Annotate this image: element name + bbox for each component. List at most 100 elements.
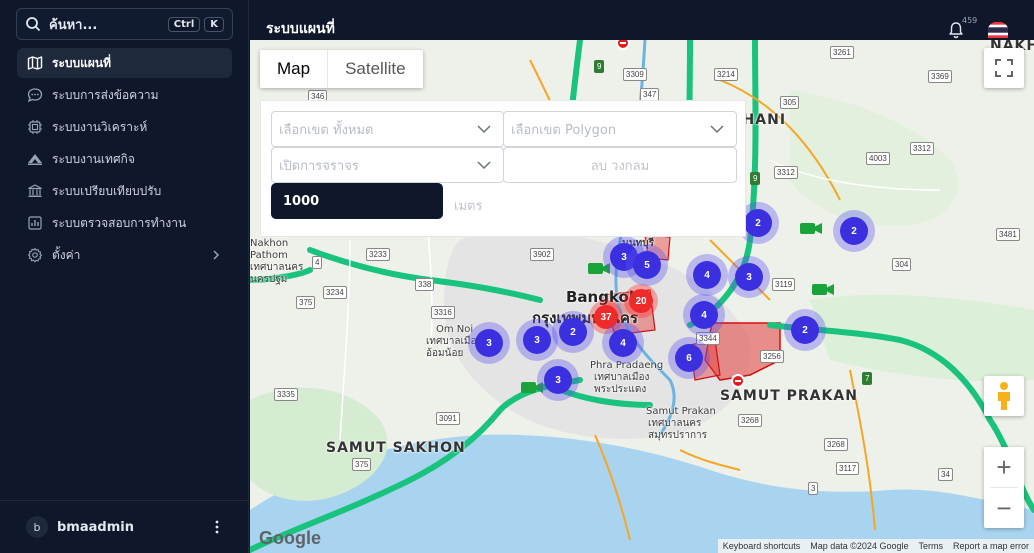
route-shield: 9 xyxy=(594,60,605,73)
route-shield: 3312 xyxy=(910,142,934,155)
district-select-value: เลือกเขต ทั้งหมด xyxy=(279,122,374,138)
google-logo[interactable]: Google xyxy=(259,528,321,549)
route-shield: 3481 xyxy=(996,228,1020,241)
zoom-in-button[interactable]: + xyxy=(984,447,1024,487)
report-error-link[interactable]: Report a map error xyxy=(948,539,1034,553)
sidebar-item-map[interactable]: ระบบแผนที่ xyxy=(17,48,232,78)
cluster-count: 3 xyxy=(735,263,763,291)
search-box[interactable]: ค้นหา... Ctrl K xyxy=(16,8,233,40)
route-shield: 3256 xyxy=(760,350,784,363)
cluster-count: 3 xyxy=(523,326,551,354)
route-shield: 4 xyxy=(312,256,323,269)
traffic-select[interactable]: เปิดการจราจร xyxy=(271,147,504,183)
no-entry-icon[interactable] xyxy=(731,374,745,388)
sidebar-item-label: ระบบงานวิเคราะห์ xyxy=(52,119,148,134)
marker-cluster[interactable]: 4 xyxy=(683,294,725,336)
marker-cluster[interactable]: 2 xyxy=(784,309,826,351)
route-shield: 34 xyxy=(938,468,953,481)
gear-icon xyxy=(27,247,43,263)
route-shield: 3091 xyxy=(436,412,460,425)
page-title: ระบบแผนที่ xyxy=(266,21,335,37)
keyboard-shortcuts-link[interactable]: Keyboard shortcuts xyxy=(718,539,806,553)
marker-cluster[interactable]: 3 xyxy=(516,319,558,361)
radius-unit: เมตร xyxy=(454,199,483,214)
sidebar-item-fines[interactable]: ระบบเปรียบเทียบปรับ xyxy=(17,176,232,206)
terms-link[interactable]: Terms xyxy=(913,539,948,553)
zoom-out-button[interactable]: − xyxy=(984,488,1024,528)
cluster-count: 3 xyxy=(475,329,503,357)
chevron-down-icon xyxy=(477,161,491,170)
cluster-count: 4 xyxy=(693,261,721,289)
route-shield: 3 xyxy=(808,482,819,495)
route-shield: 3214 xyxy=(714,68,738,81)
marker-cluster[interactable]: 4 xyxy=(602,322,644,364)
map-label-samut-prakan-city: Samut Prakan xyxy=(646,406,716,417)
sidebar-nav: ระบบแผนที่ ระบบการส่งข้อความ ระบบงานวิเค… xyxy=(17,48,232,272)
map-label-nakhon-pathom: Nakhon Pathom xyxy=(250,238,289,261)
user-name: bmaadmin xyxy=(57,519,134,535)
sidebar-item-municipal[interactable]: ระบบงานเทศกิจ xyxy=(17,144,232,174)
chevron-down-icon xyxy=(477,125,491,134)
marker-cluster[interactable]: 2 xyxy=(552,311,594,353)
sidebar-item-audit[interactable]: ระบบตรวจสอบการทำงาน xyxy=(17,208,232,238)
shortcut-key-ctrl: Ctrl xyxy=(167,16,201,32)
marker-cluster[interactable]: 3 xyxy=(468,322,510,364)
marker-cluster[interactable]: 2 xyxy=(833,210,875,252)
route-shield: 3335 xyxy=(274,388,298,401)
map-type-control: Map Satellite xyxy=(260,50,423,88)
user-profile[interactable]: b bmaadmin xyxy=(0,500,249,553)
route-shield: 304 xyxy=(892,258,912,271)
route-shield: 3268 xyxy=(738,414,762,427)
sidebar-item-settings[interactable]: ตั้งค่า xyxy=(17,240,232,270)
map-type-satellite-button[interactable]: Satellite xyxy=(328,50,422,88)
polygon-select-value: เลือกเขต Polygon xyxy=(511,122,617,138)
thai-flag-icon[interactable] xyxy=(988,22,1008,38)
district-select[interactable]: เลือกเขต ทั้งหมด xyxy=(271,111,504,147)
radius-input[interactable]: 1000 xyxy=(271,183,443,219)
chip-icon xyxy=(28,120,42,134)
map-label-samut-sakhon: SAMUT SAKHON xyxy=(326,440,466,456)
map-type-map-button[interactable]: Map xyxy=(260,50,329,88)
marker-cluster[interactable]: 20 xyxy=(624,284,658,318)
bar-chart-icon xyxy=(28,216,42,230)
zoom-control: + − xyxy=(984,447,1024,528)
route-shield: 3117 xyxy=(836,462,860,475)
cluster-count: 2 xyxy=(791,316,819,344)
chevron-down-icon xyxy=(710,125,724,134)
cluster-count: 4 xyxy=(690,301,718,329)
marker-cluster[interactable]: 6 xyxy=(668,337,710,379)
camera-icon[interactable] xyxy=(812,283,834,296)
sidebar-item-analysis[interactable]: ระบบงานวิเคราะห์ xyxy=(17,112,232,142)
route-shield: 375 xyxy=(352,458,372,471)
route-shield: 3261 xyxy=(830,46,854,59)
building-icon xyxy=(28,184,42,197)
cluster-count: 20 xyxy=(629,289,653,313)
sidebar-item-label: ระบบงานเทศกิจ xyxy=(52,151,135,166)
marker-cluster[interactable]: 5 xyxy=(626,244,668,286)
marker-cluster[interactable]: 4 xyxy=(686,254,728,296)
marker-cluster[interactable]: 3 xyxy=(537,359,579,401)
cluster-count: 2 xyxy=(559,318,587,346)
route-shield: 3234 xyxy=(323,286,347,299)
map-view[interactable]: THANI Nakhon Pathom เทศบาลนคร นครปฐม นนท… xyxy=(250,40,1034,553)
route-shield: 375 xyxy=(296,296,316,309)
map-label-samut-prakan: SAMUT PRAKAN xyxy=(720,388,858,404)
top-bar: ระบบแผนที่ 459 xyxy=(250,0,1034,40)
map-label-phra-pradaeng-th: เทศบาลเมือง พระประแดง xyxy=(594,372,650,395)
sidebar-item-messaging[interactable]: ระบบการส่งข้อความ xyxy=(17,80,232,110)
map-label-nakhon-pathom-th: เทศบาลนคร นครปฐม xyxy=(250,262,304,285)
street-view-button[interactable] xyxy=(984,376,1024,416)
polygon-select[interactable]: เลือกเขต Polygon xyxy=(503,111,737,147)
fullscreen-button[interactable] xyxy=(984,48,1024,88)
camera-icon[interactable] xyxy=(800,222,822,235)
more-vertical-icon[interactable] xyxy=(215,520,219,534)
sidebar: ค้นหา... Ctrl K ระบบแผนที่ ระบบการส่งข้อ… xyxy=(0,0,249,553)
marker-cluster[interactable]: 3 xyxy=(728,256,770,298)
route-shield: 305 xyxy=(780,96,800,109)
sidebar-item-label: ระบบเปรียบเทียบปรับ xyxy=(52,183,162,198)
route-shield: 338 xyxy=(415,278,435,291)
clear-circle-button[interactable]: ลบ วงกลม xyxy=(503,147,737,183)
sidebar-item-label: ระบบการส่งข้อความ xyxy=(52,87,159,102)
notification-count: 459 xyxy=(962,16,978,25)
cluster-count: 6 xyxy=(675,344,703,372)
